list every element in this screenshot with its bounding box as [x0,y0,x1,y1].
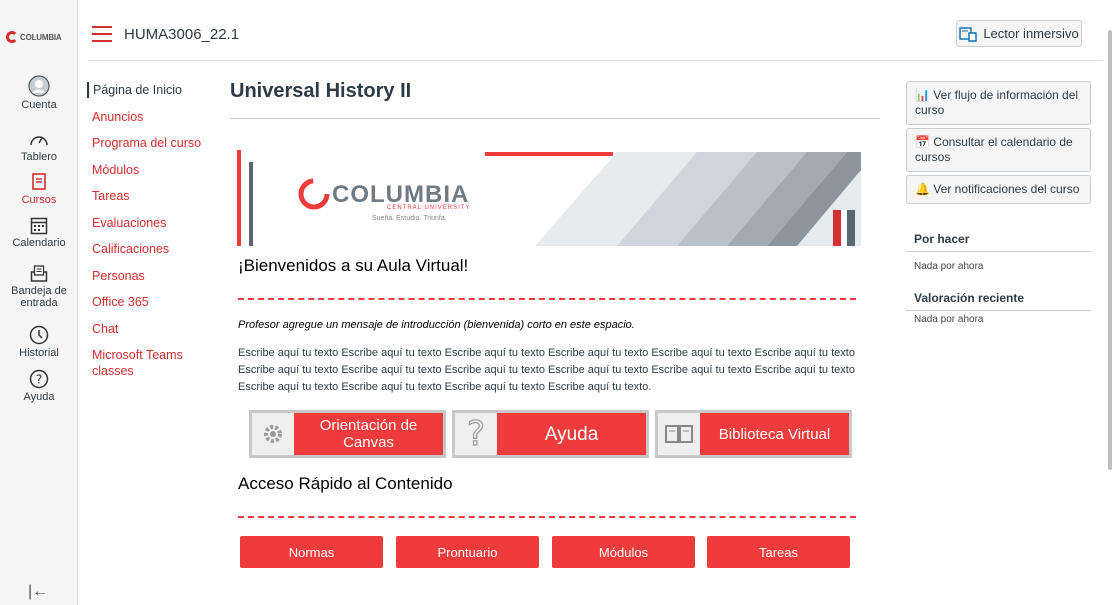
intro-text: Profesor agregue un mensaje de introducc… [238,319,635,331]
logo-text: COLUMBIA [20,32,62,42]
calendar-button[interactable]: 📅 Consultar el calendario de cursos [906,128,1091,172]
notifications-button[interactable]: 🔔 Ver notificaciones del curso [906,175,1091,204]
help-icon: ? [29,369,49,389]
global-nav: COLUMBIA Cuenta Tablero Cursos Calendari… [0,0,78,605]
course-stream-label: Ver flujo de información del curso [915,88,1079,117]
calendar-icon [30,217,48,235]
nav-courses-label: Cursos [21,194,57,206]
title-divider [230,118,880,119]
nav-account-label: Cuenta [21,99,57,111]
banner-graphic [237,150,861,246]
feedback-divider [906,310,1091,311]
immersive-reader-label: Lector inmersivo [983,26,1079,41]
course-banner: COLUMBIA CENTRAL UNIVERSITY Sueña. Estud… [237,150,861,246]
nav-account[interactable]: Cuenta [0,75,78,111]
course-nav-assignments[interactable]: Tareas [87,188,212,204]
feedback-heading: Valoración reciente [914,291,1025,305]
tile-orientacion-label: Orientación de Canvas [294,413,443,455]
inbox-icon [30,265,48,282]
quick-modulos-button[interactable]: Módulos [552,536,695,568]
bell-icon: 🔔 [915,182,930,196]
question-icon: ? [455,413,497,455]
course-nav-announcements[interactable]: Anuncios [87,109,212,125]
course-nav-quizzes[interactable]: Evaluaciones [87,215,212,231]
collapse-icon[interactable]: |← [28,583,48,601]
quick-access-heading: Acceso Rápido al Contenido [238,474,453,493]
nav-help[interactable]: ? Ayuda [0,369,78,403]
course-nav-modules[interactable]: Módulos [87,162,212,178]
banner-sub: CENTRAL UNIVERSITY [387,205,471,211]
nav-inbox-label: Bandeja de entrada [11,285,67,309]
nav-dashboard-label: Tablero [20,151,58,163]
nav-calendar[interactable]: Calendario [0,216,78,249]
course-nav-office365[interactable]: Office 365 [87,294,212,310]
nav-inbox[interactable]: Bandeja de entrada [0,264,78,309]
svg-text:?: ? [467,417,485,451]
columbia-logo[interactable]: COLUMBIA [6,24,72,50]
book-open-icon [658,413,700,455]
dashed-divider [238,298,856,300]
tile-ayuda-label: Ayuda [497,413,646,455]
stream-icon: 📊 [915,88,930,102]
calendar-small-icon: 📅 [915,135,930,149]
todo-divider [906,251,1091,252]
breadcrumb[interactable]: HUMA3006_22.1 [124,26,239,43]
tile-ayuda[interactable]: ? Ayuda [452,410,649,458]
course-nav-syllabus[interactable]: Programa del curso [87,135,212,151]
tile-biblioteca-label: Biblioteca Virtual [700,413,849,455]
course-nav-grades[interactable]: Calificaciones [87,241,212,257]
immersive-reader-icon [959,26,978,42]
nav-dashboard[interactable]: Tablero [0,131,78,163]
nav-courses[interactable]: Cursos [0,172,78,206]
quick-tareas-button[interactable]: Tareas [707,536,850,568]
quick-normas-button[interactable]: Normas [240,536,383,568]
immersive-reader-button[interactable]: Lector inmersivo [956,20,1082,47]
course-stream-button[interactable]: 📊 Ver flujo de información del curso [906,81,1091,125]
svg-text:?: ? [36,373,42,387]
course-nav-home[interactable]: Página de Inicio [87,82,212,98]
tile-orientacion[interactable]: Orientación de Canvas [249,410,446,458]
hamburger-menu-icon[interactable] [92,26,112,42]
banner-tagline: Sueña. Estudia. Triunfa. [372,215,447,222]
gear-icon [252,413,294,455]
course-nav-people[interactable]: Personas [87,268,212,284]
course-nav: Página de Inicio Anuncios Programa del c… [87,82,212,390]
user-icon [28,75,50,97]
notifications-label: Ver notificaciones del curso [933,182,1080,196]
todo-empty: Nada por ahora [914,261,984,272]
quick-prontuario-button[interactable]: Prontuario [396,536,539,568]
dashed-divider-2 [238,516,856,518]
dashboard-icon [30,136,48,146]
feedback-empty: Nada por ahora [914,314,984,325]
welcome-heading: ¡Bienvenidos a su Aula Virtual! [238,256,469,275]
body-paragraph: Escribe aquí tu texto Escribe aquí tu te… [238,347,855,393]
page-scrollbar[interactable] [1108,30,1112,470]
todo-heading: Por hacer [914,232,970,246]
nav-calendar-label: Calendario [12,237,66,249]
tile-biblioteca[interactable]: Biblioteca Virtual [655,410,852,458]
nav-history[interactable]: Historial [0,325,78,359]
nav-help-label: Ayuda [23,391,55,403]
nav-history-label: Historial [19,347,59,359]
calendar-button-label: Consultar el calendario de cursos [915,135,1073,164]
main-content: Universal History II [230,80,880,119]
course-nav-chat[interactable]: Chat [87,321,212,337]
course-nav-teams[interactable]: Microsoft Teams classes [87,347,212,379]
book-icon [32,173,46,190]
header-divider [88,60,1103,61]
clock-icon [29,325,49,345]
page-title: Universal History II [230,80,412,102]
